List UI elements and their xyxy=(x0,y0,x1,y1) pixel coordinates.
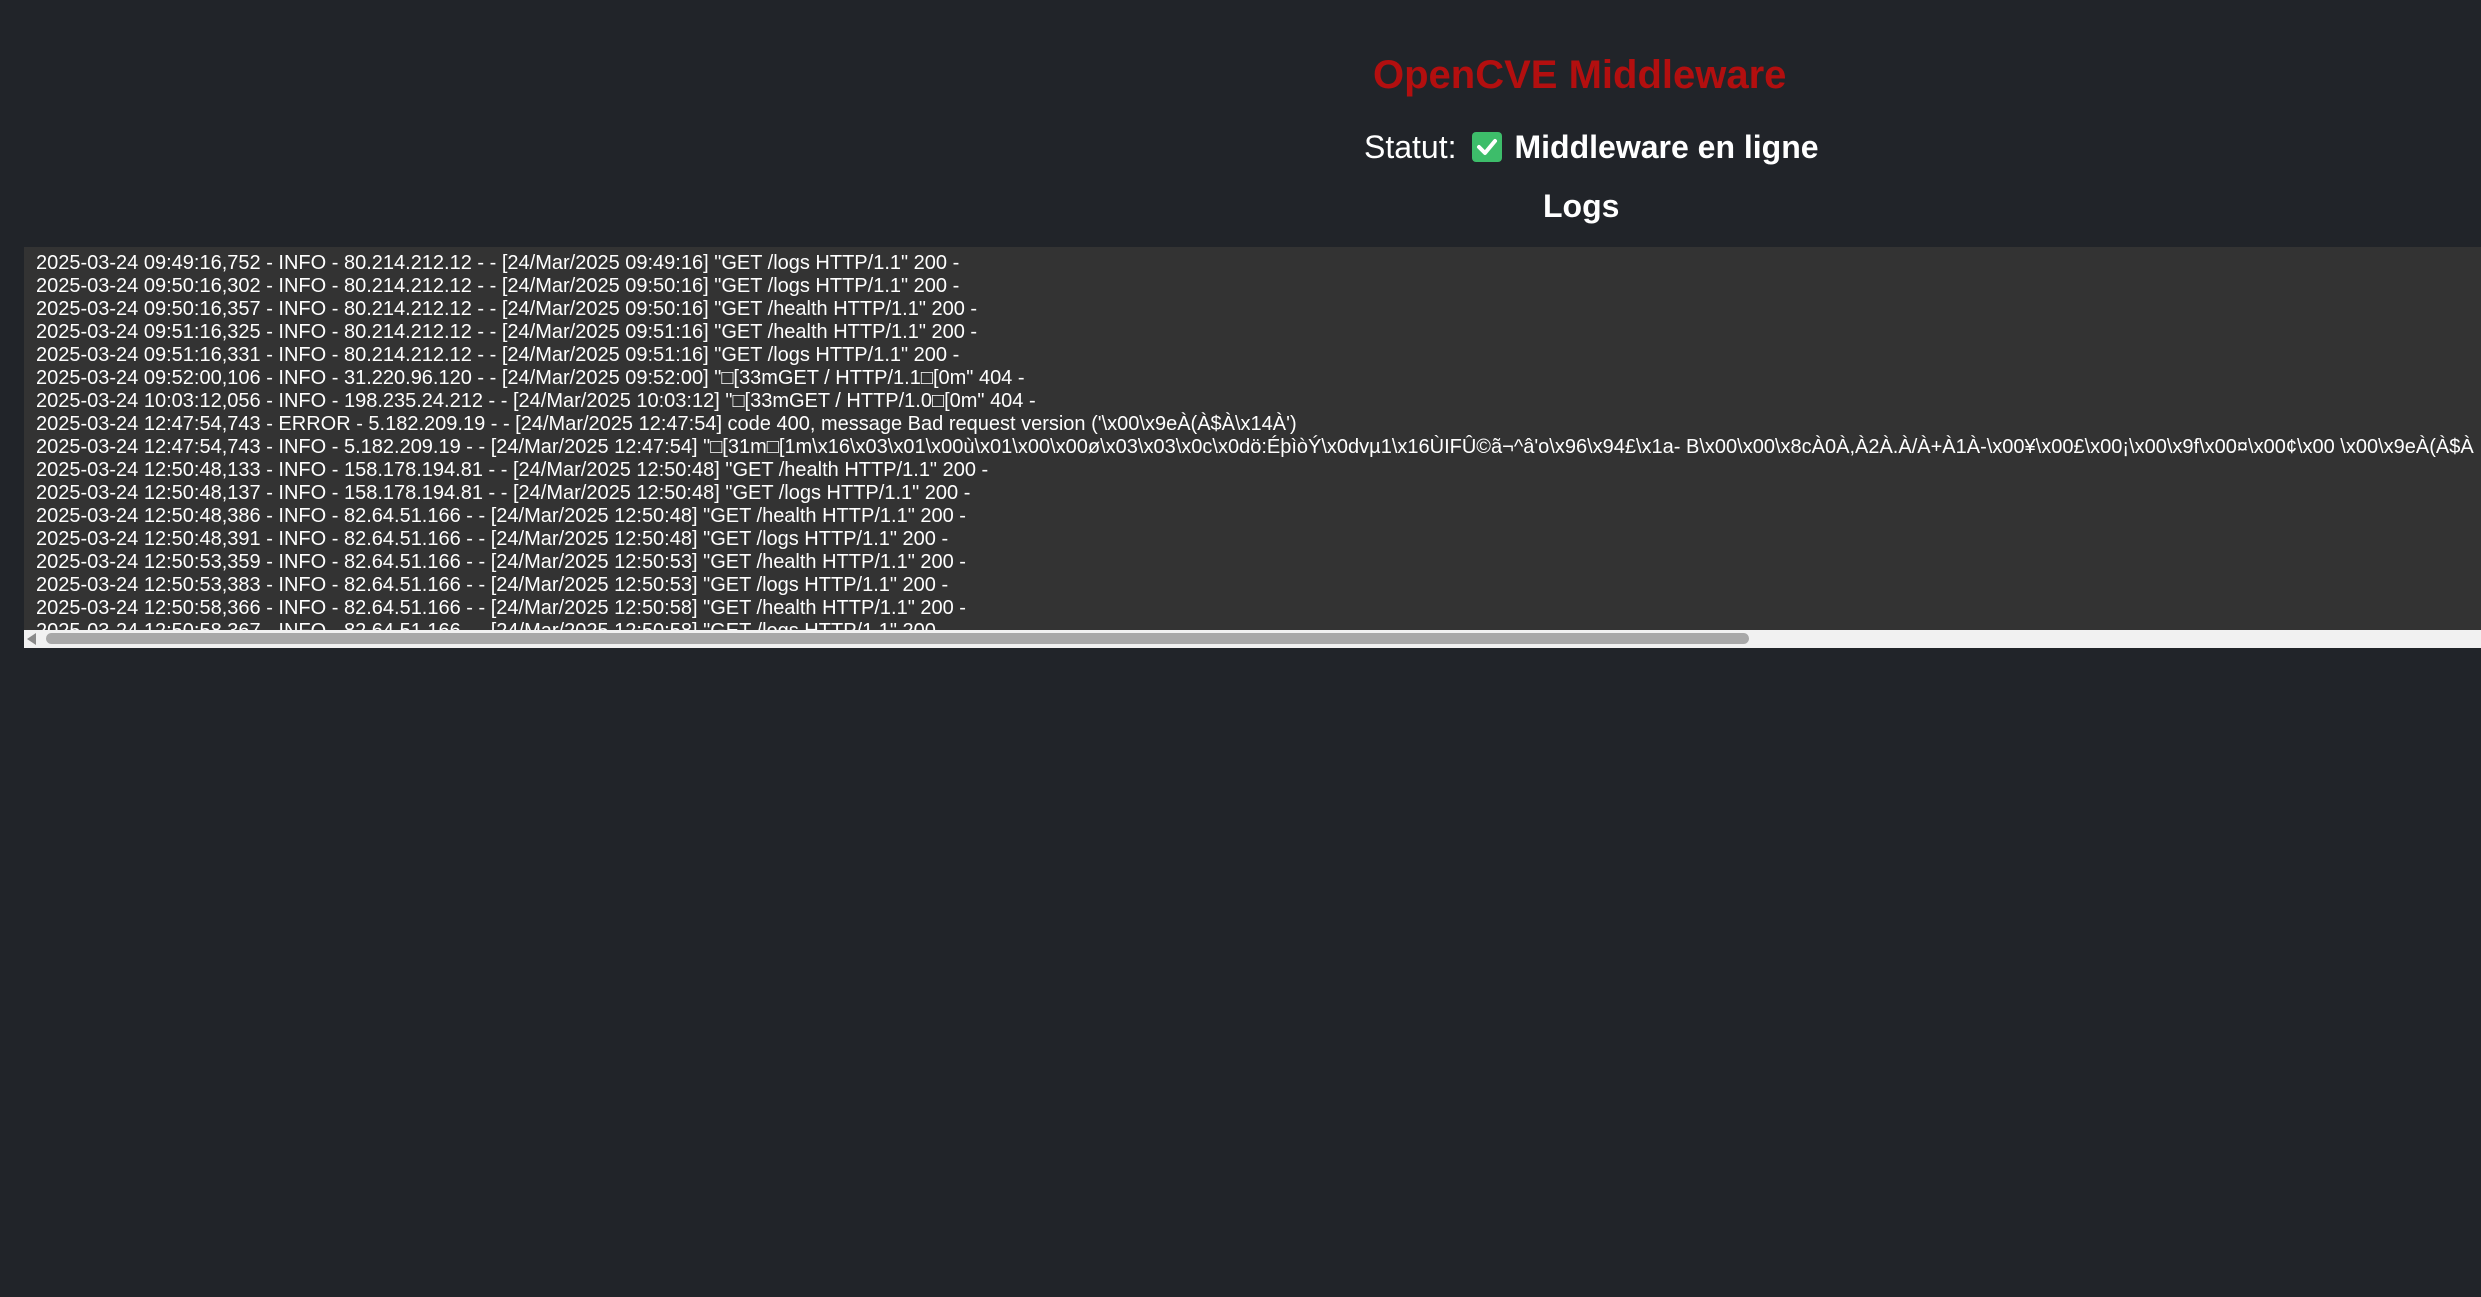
log-line: 2025-03-24 12:50:48,391 - INFO - 82.64.5… xyxy=(36,528,949,550)
log-line: 2025-03-24 12:50:48,386 - INFO - 82.64.5… xyxy=(36,505,966,527)
page-title: OpenCVE Middleware xyxy=(1373,52,1786,98)
log-line: 2025-03-24 12:50:48,137 - INFO - 158.178… xyxy=(36,482,971,504)
log-line: 2025-03-24 09:52:00,106 - INFO - 31.220.… xyxy=(36,367,1025,389)
log-line: 2025-03-24 10:03:12,056 - INFO - 198.235… xyxy=(36,390,1036,412)
status-value: Middleware en ligne xyxy=(1514,128,1819,165)
log-line: 2025-03-24 09:50:16,302 - INFO - 80.214.… xyxy=(36,275,960,297)
log-line: 2025-03-24 12:47:54,743 - INFO - 5.182.2… xyxy=(36,436,2474,458)
status-row: Statut: Middleware en ligne xyxy=(1364,125,1819,169)
scroll-left-arrow-icon[interactable] xyxy=(27,633,36,645)
log-line: 2025-03-24 12:50:53,383 - INFO - 82.64.5… xyxy=(36,574,949,596)
status-label: Statut: xyxy=(1364,128,1457,165)
log-line: 2025-03-24 12:50:58,367 - INFO - 82.64.5… xyxy=(36,620,2474,630)
log-line: 2025-03-24 12:50:58,366 - INFO - 82.64.5… xyxy=(36,597,966,619)
app-title: OpenCVE Middleware xyxy=(1373,53,1787,97)
page: OpenCVE Middleware Statut: Middleware en… xyxy=(0,0,2481,1297)
log-viewer[interactable]: 2025-03-24 09:49:16,752 - INFO - 80.214.… xyxy=(24,247,2481,630)
log-line: 2025-03-24 12:50:53,359 - INFO - 82.64.5… xyxy=(36,551,966,573)
log-line: 2025-03-24 12:47:54,743 - ERROR - 5.182.… xyxy=(36,413,1297,435)
log-line: 2025-03-24 09:51:16,331 - INFO - 80.214.… xyxy=(36,344,960,366)
log-line: 2025-03-24 12:50:48,133 - INFO - 158.178… xyxy=(36,459,989,481)
logs-heading: Logs xyxy=(1543,188,1620,224)
log-horizontal-scrollbar[interactable] xyxy=(24,630,2481,648)
log-line: 2025-03-24 09:49:16,752 - INFO - 80.214.… xyxy=(36,252,960,274)
log-line: 2025-03-24 09:50:16,357 - INFO - 80.214.… xyxy=(36,298,978,320)
check-icon xyxy=(1471,132,1502,162)
scrollbar-thumb[interactable] xyxy=(46,633,1749,644)
log-line: 2025-03-24 09:51:16,325 - INFO - 80.214.… xyxy=(36,321,978,343)
check-mark-icon xyxy=(1476,139,1497,155)
log-lines: 2025-03-24 09:49:16,752 - INFO - 80.214.… xyxy=(36,252,2474,630)
